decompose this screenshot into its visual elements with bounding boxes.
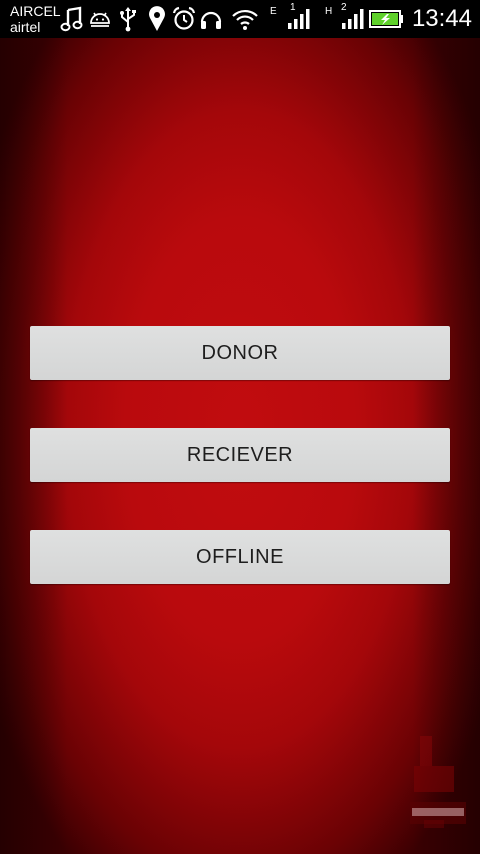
carrier-1: AIRCEL: [10, 3, 61, 19]
receiver-button[interactable]: RECIEVER: [30, 428, 450, 482]
signal-icon: [338, 6, 366, 32]
network-type-1: E: [270, 6, 277, 17]
carrier-2: airtel: [10, 19, 41, 35]
corner-logo: [406, 736, 470, 836]
app-screen: AIRCEL airtel E 1 H 2 13:44 DONOR RECIEV…: [0, 0, 480, 854]
offline-button[interactable]: OFFLINE: [30, 530, 450, 584]
usb-icon: [117, 6, 139, 32]
signal-icon: [284, 6, 312, 32]
clock: 13:44: [411, 5, 472, 32]
donor-button[interactable]: DONOR: [30, 326, 450, 380]
status-bar: AIRCEL airtel E 1 H 2 13:44: [0, 0, 480, 38]
wifi-icon: [231, 6, 259, 32]
android-icon: [88, 6, 112, 32]
music-note-icon: [60, 6, 84, 32]
alarm-clock-icon: [172, 6, 196, 32]
network-type-2: H: [325, 6, 333, 17]
battery-charging-icon: [369, 6, 405, 32]
carrier-names: AIRCEL airtel: [10, 3, 61, 35]
headset-icon: [199, 6, 223, 32]
location-pin-icon: [146, 6, 168, 32]
